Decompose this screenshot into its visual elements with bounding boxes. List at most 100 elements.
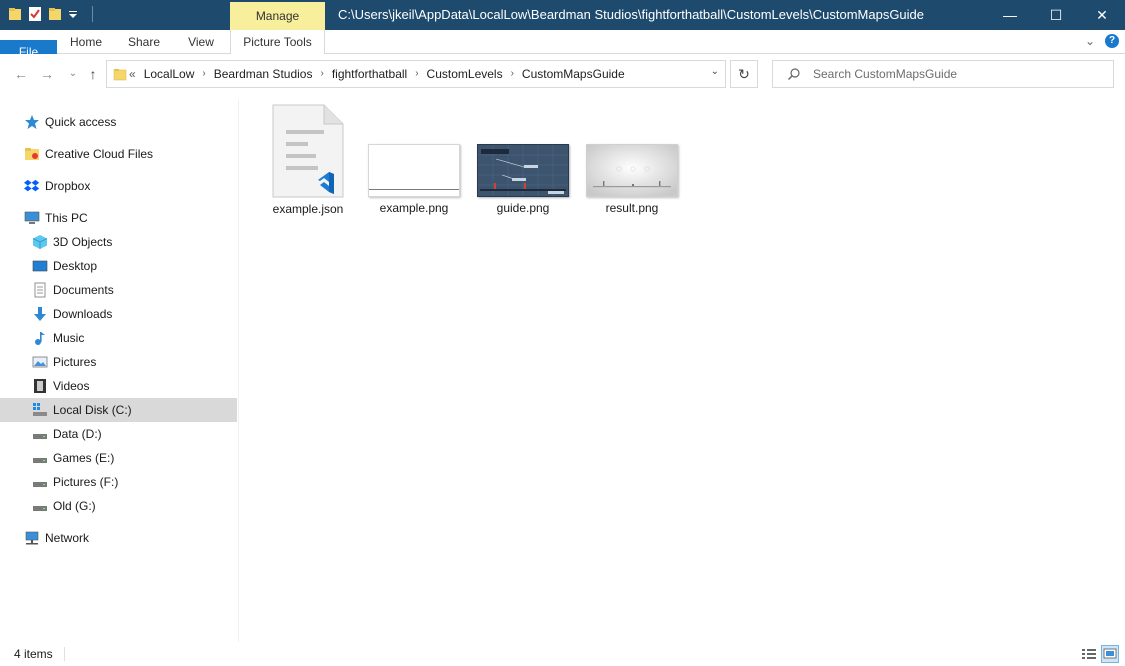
sidebar-item-creative-cloud[interactable]: Creative Cloud Files [0,142,237,166]
new-folder-icon[interactable] [48,6,62,22]
help-icon[interactable]: ? [1105,34,1119,48]
tab-view[interactable]: View [176,30,226,54]
status-bar: 4 items [0,642,1125,666]
sidebar-item-label: Desktop [53,259,98,273]
sidebar-item-documents[interactable]: Documents [0,278,237,302]
sidebar-item-3d-objects[interactable]: 3D Objects [0,230,237,254]
desktop-icon [32,258,48,274]
folder-icon[interactable] [8,6,22,22]
tab-share[interactable]: Share [119,30,169,54]
drive-icon [32,474,48,490]
close-button[interactable]: ✕ [1079,0,1125,30]
sidebar-item-network[interactable]: Network [0,526,237,550]
file-name: result.png [605,201,659,215]
maximize-button[interactable]: ☐ [1033,0,1079,30]
up-button[interactable]: ↑ [84,64,102,84]
customize-toolbar-icon[interactable] [68,6,82,22]
star-icon [24,114,40,130]
network-icon [24,530,40,546]
tab-picture-tools[interactable]: Picture Tools [230,30,325,54]
chevron-right-icon[interactable]: › [511,61,514,87]
image-thumbnail [586,144,678,197]
properties-icon[interactable] [28,6,42,22]
sidebar-item-downloads[interactable]: Downloads [0,302,237,326]
json-file-icon [272,104,344,198]
documents-icon [32,282,48,298]
file-item[interactable]: guide.png [476,104,570,215]
sidebar-item-pictures[interactable]: Pictures [0,350,237,374]
sidebar-item-local-disk-c[interactable]: Local Disk (C:) [0,398,237,422]
breadcrumb-item[interactable]: LocalLow [144,61,195,87]
file-item[interactable]: example.json [261,104,355,216]
drive-icon [32,450,48,466]
refresh-button[interactable]: ↻ [730,60,758,88]
forward-button[interactable]: → [38,64,56,84]
window-title: C:\Users\jkeil\AppData\LocalLow\Beardman… [338,7,925,22]
sidebar-item-label: Quick access [45,115,117,129]
download-arrow-icon [32,306,48,322]
sidebar-item-pictures-f[interactable]: Pictures (F:) [0,470,237,494]
search-box[interactable]: Search CustomMapsGuide [772,60,1114,88]
sidebar-item-data-d[interactable]: Data (D:) [0,422,237,446]
sidebar-item-label: Data (D:) [53,427,102,441]
back-button[interactable]: ← [12,64,30,84]
expand-ribbon-icon[interactable]: ⌄ [1085,34,1095,48]
sidebar-item-quick-access[interactable]: Quick access [0,110,237,134]
file-item[interactable]: result.png [585,104,679,215]
breadcrumb: « LocalLow › Beardman Studios › fightfor… [129,61,625,87]
item-count: 4 items [14,647,53,661]
quick-access-toolbar [8,6,93,22]
tab-home[interactable]: Home [61,30,111,54]
ribbon-controls: ⌄ ? [1085,34,1119,48]
toolbar-divider [92,6,93,22]
sidebar-item-label: Pictures [53,355,97,369]
sidebar-item-label: Documents [53,283,114,297]
file-name: example.png [379,201,449,215]
drive-icon [32,426,48,442]
thumbnail-line [369,189,459,190]
sidebar-item-label: 3D Objects [53,235,113,249]
breadcrumb-item[interactable]: CustomMapsGuide [522,61,625,87]
breadcrumb-item[interactable]: fightforthatball [332,61,407,87]
tab-manage[interactable]: Manage [230,2,325,30]
status-divider [64,647,65,661]
computer-icon [24,210,40,226]
recent-locations-button[interactable]: ⌄ [64,64,82,84]
music-note-icon [32,330,48,346]
windows-drive-icon [32,402,48,418]
chevron-right-icon[interactable]: › [202,61,205,87]
chevron-right-icon[interactable]: › [320,61,323,87]
sidebar-item-label: Creative Cloud Files [45,147,154,161]
sidebar-item-dropbox[interactable]: Dropbox [0,174,237,198]
sidebar-item-label: Local Disk (C:) [53,403,132,417]
breadcrumb-item[interactable]: CustomLevels [427,61,503,87]
sidebar-item-label: Music [53,331,85,345]
sidebar-item-videos[interactable]: Videos [0,374,237,398]
drive-icon [32,498,48,514]
sidebar-item-label: Pictures (F:) [53,475,119,489]
address-bar[interactable]: « LocalLow › Beardman Studios › fightfor… [106,60,726,88]
minimize-button[interactable]: — [987,0,1033,30]
file-name: guide.png [496,201,550,215]
image-thumbnail [368,144,460,197]
chevron-right-icon[interactable]: › [415,61,418,87]
creative-cloud-folder-icon [24,146,40,162]
large-icons-view-icon[interactable] [1101,645,1119,663]
chevron-down-icon[interactable]: ⌄ [711,66,719,77]
file-list: example.json example.png guide.png resul… [240,94,1125,642]
title-bar: Manage C:\Users\jkeil\AppData\LocalLow\B… [0,0,1125,30]
cube-icon [32,234,48,250]
breadcrumb-item[interactable]: Beardman Studios [214,61,313,87]
dropbox-icon [24,178,40,194]
sidebar-item-old-g[interactable]: Old (G:) [0,494,237,518]
breadcrumb-overflow[interactable]: « [129,61,136,87]
sidebar-item-label: Games (E:) [53,451,115,465]
pictures-icon [32,354,48,370]
sidebar-item-desktop[interactable]: Desktop [0,254,237,278]
details-view-icon[interactable] [1080,645,1098,663]
sidebar-item-games-e[interactable]: Games (E:) [0,446,237,470]
file-item[interactable]: example.png [367,104,461,215]
search-input[interactable]: Search CustomMapsGuide [813,61,957,87]
sidebar-item-this-pc[interactable]: This PC [0,206,237,230]
sidebar-item-music[interactable]: Music [0,326,237,350]
